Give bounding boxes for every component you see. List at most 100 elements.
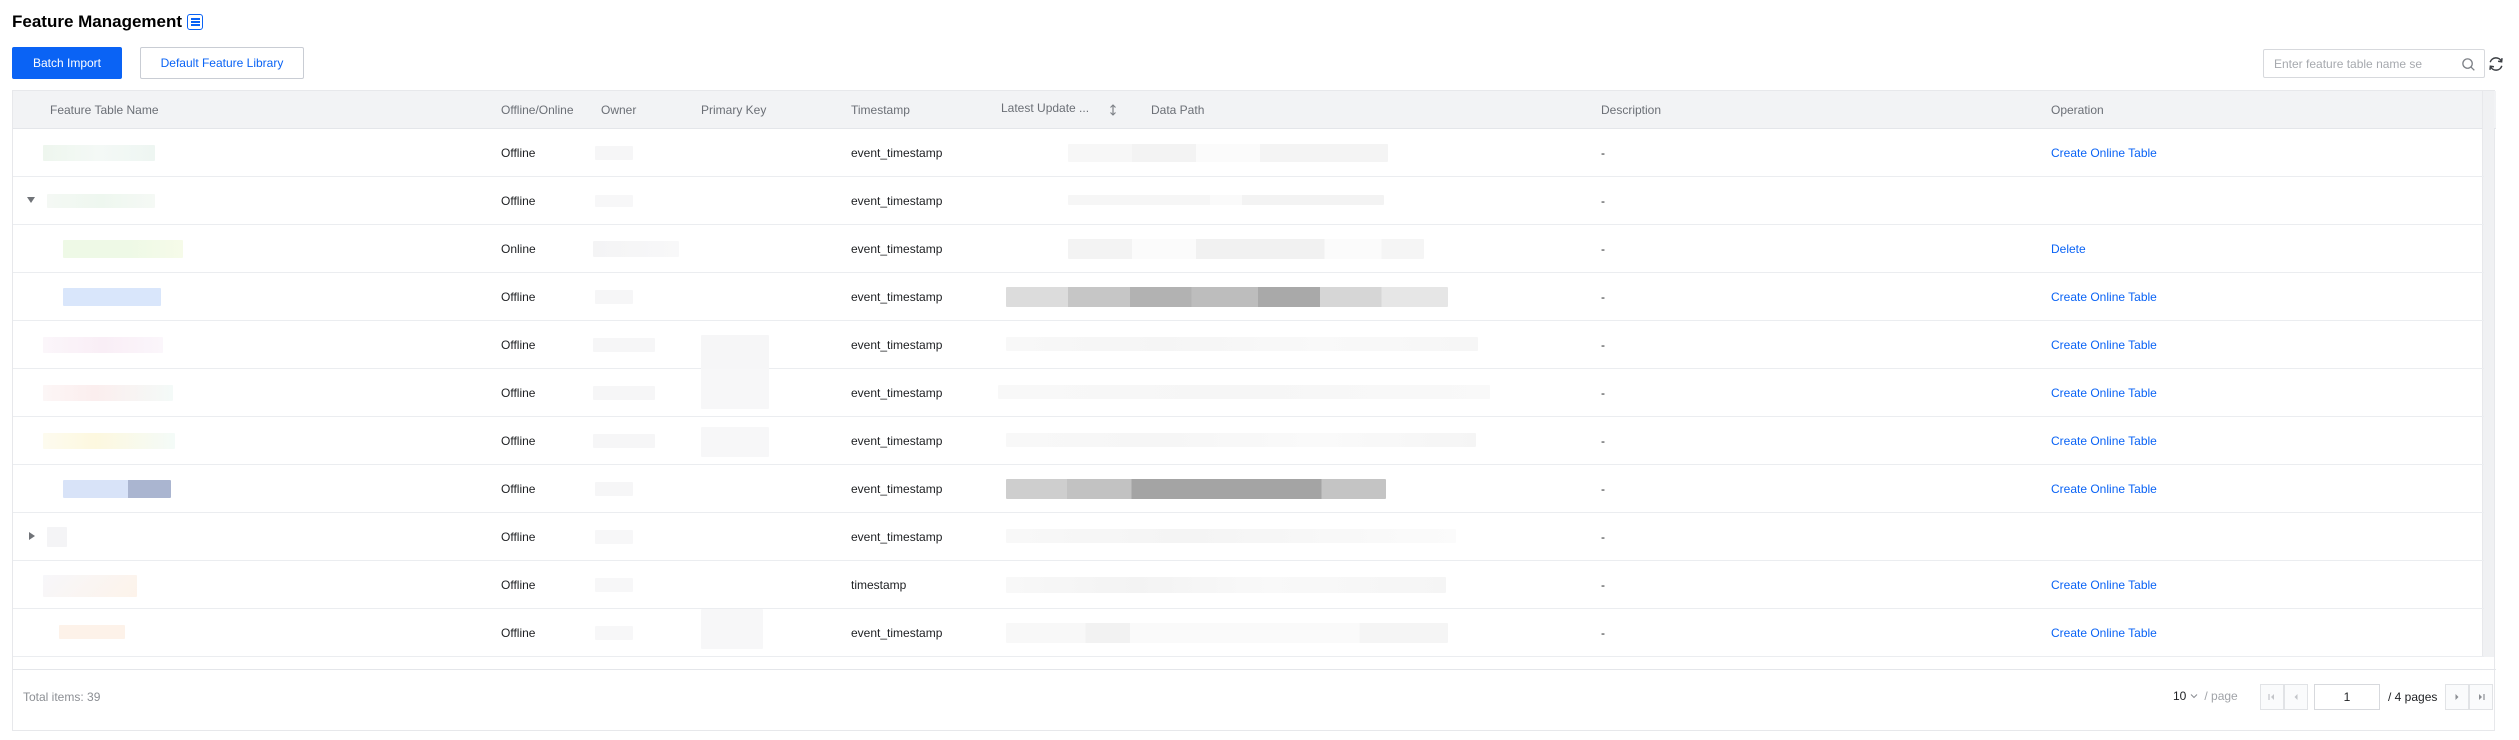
next-page-button[interactable] [2445, 684, 2470, 710]
first-page-button[interactable] [2260, 684, 2284, 710]
create-online-table-link[interactable]: Create Online Table [2051, 561, 2157, 609]
create-online-table-link[interactable]: Create Online Table [2051, 321, 2157, 369]
description-cell: - [1601, 482, 1605, 496]
table-row: Offline event_timestamp - Create Online … [13, 465, 2484, 513]
table-row: Offline event_timestamp - Create Online … [13, 609, 2484, 657]
mode-cell: Offline [501, 530, 536, 544]
mode-cell: Offline [501, 482, 536, 496]
redacted-owner [593, 338, 655, 352]
mode-cell: Offline [501, 146, 536, 160]
column-header-latest-update[interactable]: Latest Update ... [1001, 89, 1089, 127]
redacted-data-path [1006, 337, 1478, 351]
description-cell: - [1601, 626, 1605, 640]
create-online-table-link[interactable]: Create Online Table [2051, 369, 2157, 417]
table-row: Offline event_timestamp - [13, 177, 2484, 225]
page-number-input[interactable] [2314, 684, 2380, 710]
timestamp-cell: event_timestamp [851, 242, 943, 256]
table-row: Online event_timestamp - Delete [13, 225, 2484, 273]
mode-cell: Offline [501, 578, 536, 592]
mode-cell: Offline [501, 194, 536, 208]
expand-caret-icon[interactable] [29, 532, 35, 540]
mode-cell: Offline [501, 626, 536, 640]
timestamp-cell: event_timestamp [851, 194, 943, 208]
redacted-table-name[interactable] [43, 385, 173, 401]
timestamp-cell: event_timestamp [851, 434, 943, 448]
redacted-owner [595, 530, 633, 544]
collapse-caret-icon[interactable] [27, 197, 35, 203]
total-pages-label: / 4 pages [2388, 690, 2438, 704]
timestamp-cell: event_timestamp [851, 626, 943, 640]
description-cell: - [1601, 146, 1605, 160]
page-title-row: Feature Management [12, 10, 204, 34]
create-online-table-link[interactable]: Create Online Table [2051, 129, 2157, 177]
search-icon[interactable] [2461, 57, 2476, 72]
column-header-timestamp: Timestamp [851, 103, 910, 117]
redacted-data-path [1068, 144, 1388, 162]
page-title: Feature Management [12, 12, 183, 31]
redacted-owner [595, 195, 633, 207]
batch-import-button[interactable]: Batch Import [12, 47, 122, 79]
redacted-table-name[interactable] [47, 194, 155, 208]
chevron-right-icon [2455, 694, 2459, 700]
redacted-owner [595, 290, 633, 304]
redacted-table-name[interactable] [43, 575, 137, 597]
timestamp-cell: event_timestamp [851, 290, 943, 304]
delete-link[interactable]: Delete [2051, 225, 2086, 273]
redacted-table-name[interactable] [59, 625, 125, 639]
column-header-mode: Offline/Online [501, 103, 574, 117]
last-page-button[interactable] [2469, 684, 2494, 710]
redacted-table-name[interactable] [43, 145, 155, 161]
redacted-primary-key [701, 369, 769, 409]
table-row: Offline event_timestamp - [13, 513, 2484, 561]
mode-cell: Offline [501, 386, 536, 400]
table-row: Offline timestamp - Create Online Table [13, 561, 2484, 609]
column-header-primary-key: Primary Key [701, 103, 767, 117]
timestamp-cell: event_timestamp [851, 146, 943, 160]
document-icon[interactable] [187, 14, 204, 30]
previous-page-button[interactable] [2284, 684, 2308, 710]
redacted-table-name[interactable] [47, 527, 67, 547]
create-online-table-link[interactable]: Create Online Table [2051, 609, 2157, 657]
redacted-table-name[interactable] [63, 480, 171, 498]
mode-cell: Offline [501, 290, 536, 304]
timestamp-cell: event_timestamp [851, 338, 943, 352]
timestamp-cell: event_timestamp [851, 386, 943, 400]
redacted-table-name[interactable] [43, 433, 175, 449]
create-online-table-link[interactable]: Create Online Table [2051, 465, 2157, 513]
chevron-down-icon [2190, 694, 2198, 699]
description-cell: - [1601, 578, 1605, 592]
total-items-label: Total items: 39 [23, 690, 101, 704]
redacted-data-path [998, 385, 1490, 399]
pagination: / 4 pages [2260, 684, 2494, 710]
redacted-data-path [1006, 287, 1448, 307]
description-cell: - [1601, 530, 1605, 544]
sort-icon[interactable] [1109, 103, 1117, 117]
description-cell: - [1601, 194, 1605, 208]
column-header-owner: Owner [601, 103, 637, 117]
redacted-table-name[interactable] [63, 288, 161, 306]
search-box [2263, 49, 2485, 78]
description-cell: - [1601, 338, 1605, 352]
redacted-owner [595, 146, 633, 160]
create-online-table-link[interactable]: Create Online Table [2051, 417, 2157, 465]
redacted-owner [593, 241, 679, 257]
page-size-select[interactable]: 10 / page [2173, 689, 2238, 703]
create-online-table-link[interactable]: Create Online Table [2051, 273, 2157, 321]
redacted-data-path [1006, 479, 1386, 499]
redacted-primary-key [701, 427, 769, 457]
table-footer: Total items: 39 10 / page / 4 pages [13, 669, 2496, 731]
redacted-data-path [1006, 623, 1448, 643]
timestamp-cell: timestamp [851, 578, 907, 592]
first-page-icon [2268, 694, 2274, 700]
mode-cell: Online [501, 242, 536, 256]
default-feature-library-button[interactable]: Default Feature Library [140, 47, 304, 79]
table-row: Offline event_timestamp - Create Online … [13, 273, 2484, 321]
refresh-icon[interactable] [2487, 55, 2505, 73]
search-input[interactable] [2274, 56, 2456, 71]
redacted-owner [595, 482, 633, 496]
table-row: Offline event_timestamp - Create Online … [13, 129, 2484, 177]
column-header-operation: Operation [2051, 103, 2104, 117]
redacted-table-name[interactable] [43, 337, 163, 353]
redacted-table-name[interactable] [63, 240, 183, 258]
page-size-unit: / page [2204, 689, 2238, 703]
